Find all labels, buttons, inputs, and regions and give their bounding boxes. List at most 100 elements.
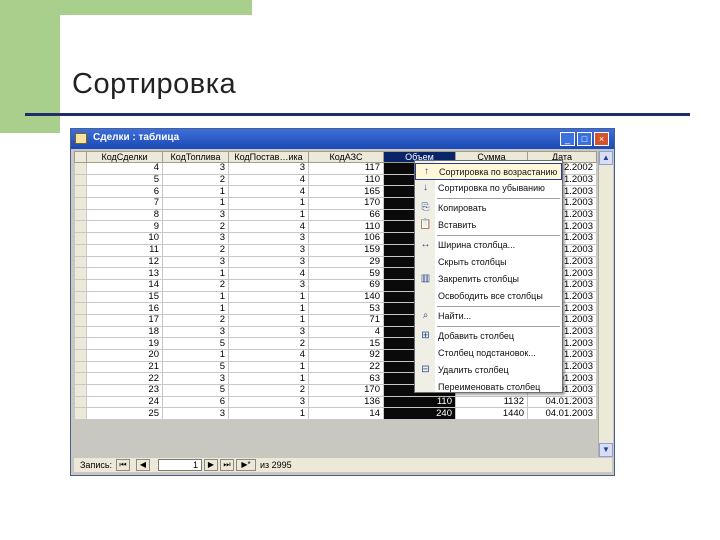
- table-cell[interactable]: 1: [228, 313, 309, 327]
- column-header[interactable]: КодАЗС: [308, 151, 384, 163]
- table-cell[interactable]: 1: [162, 349, 229, 362]
- table-cell[interactable]: 3: [162, 208, 229, 222]
- table-cell[interactable]: 165: [308, 185, 384, 199]
- table-cell[interactable]: 5: [162, 360, 229, 374]
- table-cell[interactable]: 71: [308, 313, 384, 327]
- table-cell[interactable]: 19: [86, 337, 163, 350]
- table-cell[interactable]: 2: [162, 220, 229, 234]
- table-cell[interactable]: 3: [162, 325, 229, 339]
- table-cell[interactable]: 15: [308, 337, 384, 350]
- table-cell[interactable]: 1: [228, 302, 309, 315]
- row-selector[interactable]: [74, 302, 87, 315]
- table-cell[interactable]: 20: [86, 349, 163, 362]
- table-cell[interactable]: 3: [228, 325, 309, 339]
- vertical-scrollbar[interactable]: ▲ ▼: [598, 151, 613, 457]
- row-selector[interactable]: [74, 197, 87, 210]
- table-cell[interactable]: 110: [383, 395, 456, 409]
- context-menu-item[interactable]: ▥ Закрепить столбцы: [415, 271, 562, 288]
- table-cell[interactable]: 3: [162, 407, 229, 421]
- table-cell[interactable]: 1440: [455, 407, 528, 421]
- table-cell[interactable]: 22: [86, 372, 163, 386]
- table-cell[interactable]: 21: [86, 360, 163, 374]
- close-button[interactable]: ×: [594, 132, 609, 146]
- table-cell[interactable]: 117: [308, 162, 384, 175]
- row-selector[interactable]: [74, 395, 87, 409]
- context-menu-item[interactable]: Скрыть столбцы: [415, 254, 562, 271]
- table-cell[interactable]: 1: [162, 302, 229, 315]
- record-number-input[interactable]: 1: [158, 459, 202, 471]
- table-cell[interactable]: 3: [162, 372, 229, 386]
- table-cell[interactable]: 10: [86, 232, 163, 245]
- row-selector[interactable]: [74, 337, 87, 350]
- table-row[interactable]: 25 3 1 14 240 1440 04.01.2003: [74, 407, 597, 421]
- column-header[interactable]: КодТоплива: [162, 151, 229, 163]
- first-record-button[interactable]: ⏮: [116, 459, 130, 471]
- context-menu-item[interactable]: ⊟ Удалить столбец: [415, 362, 562, 379]
- context-menu-item[interactable]: ⎘ Копировать: [415, 200, 562, 217]
- table-row[interactable]: 24 6 3 136 110 1132 04.01.2003: [74, 395, 597, 409]
- table-cell[interactable]: 1: [228, 407, 309, 421]
- table-cell[interactable]: 4: [228, 173, 309, 187]
- table-cell[interactable]: 53: [308, 302, 384, 315]
- table-cell[interactable]: 16: [86, 302, 163, 315]
- table-cell[interactable]: 5: [162, 384, 229, 397]
- table-cell[interactable]: 136: [308, 395, 384, 409]
- table-cell[interactable]: 1: [228, 360, 309, 374]
- context-menu-item[interactable]: Столбец подстановок...: [415, 345, 562, 362]
- row-selector[interactable]: [74, 313, 87, 327]
- row-selector[interactable]: [74, 407, 87, 421]
- row-selector[interactable]: [74, 372, 87, 386]
- table-cell[interactable]: 6: [162, 395, 229, 409]
- table-cell[interactable]: 15: [86, 290, 163, 304]
- new-record-button[interactable]: ▶*: [236, 459, 256, 471]
- table-cell[interactable]: 140: [308, 290, 384, 304]
- row-selector[interactable]: [74, 243, 87, 257]
- column-header[interactable]: КодПостав…ика: [228, 151, 309, 163]
- context-menu-item[interactable]: ⊞ Добавить столбец: [415, 328, 562, 345]
- table-cell[interactable]: 4: [308, 325, 384, 339]
- table-cell[interactable]: 5: [86, 173, 163, 187]
- table-cell[interactable]: 25: [86, 407, 163, 421]
- table-cell[interactable]: 1: [162, 197, 229, 210]
- table-cell[interactable]: 106: [308, 232, 384, 245]
- table-cell[interactable]: 6: [86, 185, 163, 199]
- table-cell[interactable]: 3: [228, 395, 309, 409]
- table-cell[interactable]: 110: [308, 173, 384, 187]
- table-cell[interactable]: 13: [86, 267, 163, 280]
- table-cell[interactable]: 22: [308, 360, 384, 374]
- table-cell[interactable]: 2: [228, 337, 309, 350]
- row-selector[interactable]: [74, 255, 87, 269]
- table-cell[interactable]: 3: [162, 232, 229, 245]
- context-menu-item[interactable]: 📋 Вставить: [415, 217, 562, 234]
- table-cell[interactable]: 1: [228, 290, 309, 304]
- table-cell[interactable]: 1132: [455, 395, 528, 409]
- row-selector[interactable]: [74, 290, 87, 304]
- context-menu-item[interactable]: ↑ Сортировка по возрастанию: [415, 163, 562, 180]
- table-cell[interactable]: 04.01.2003: [527, 407, 597, 421]
- table-cell[interactable]: 2: [162, 173, 229, 187]
- row-selector[interactable]: [74, 173, 87, 187]
- row-selector[interactable]: [74, 278, 87, 292]
- context-menu-item[interactable]: ↔ Ширина столбца...: [415, 237, 562, 254]
- table-cell[interactable]: 4: [228, 185, 309, 199]
- table-cell[interactable]: 3: [228, 278, 309, 292]
- table-cell[interactable]: 8: [86, 208, 163, 222]
- table-cell[interactable]: 12: [86, 255, 163, 269]
- context-menu-item[interactable]: Переименовать столбец: [415, 379, 562, 396]
- last-record-button[interactable]: ⏭: [220, 459, 234, 471]
- column-header[interactable]: КодСделки: [86, 151, 163, 163]
- table-cell[interactable]: 7: [86, 197, 163, 210]
- minimize-button[interactable]: _: [560, 132, 575, 146]
- table-cell[interactable]: 66: [308, 208, 384, 222]
- table-cell[interactable]: 170: [308, 197, 384, 210]
- context-menu-item[interactable]: ⌕ Найти...: [415, 308, 562, 325]
- table-cell[interactable]: 1: [162, 290, 229, 304]
- row-selector[interactable]: [74, 384, 87, 397]
- table-cell[interactable]: 29: [308, 255, 384, 269]
- row-selector[interactable]: [74, 360, 87, 374]
- table-cell[interactable]: 59: [308, 267, 384, 280]
- table-cell[interactable]: 14: [308, 407, 384, 421]
- table-cell[interactable]: 240: [383, 407, 456, 421]
- table-cell[interactable]: 11: [86, 243, 163, 257]
- table-cell[interactable]: 69: [308, 278, 384, 292]
